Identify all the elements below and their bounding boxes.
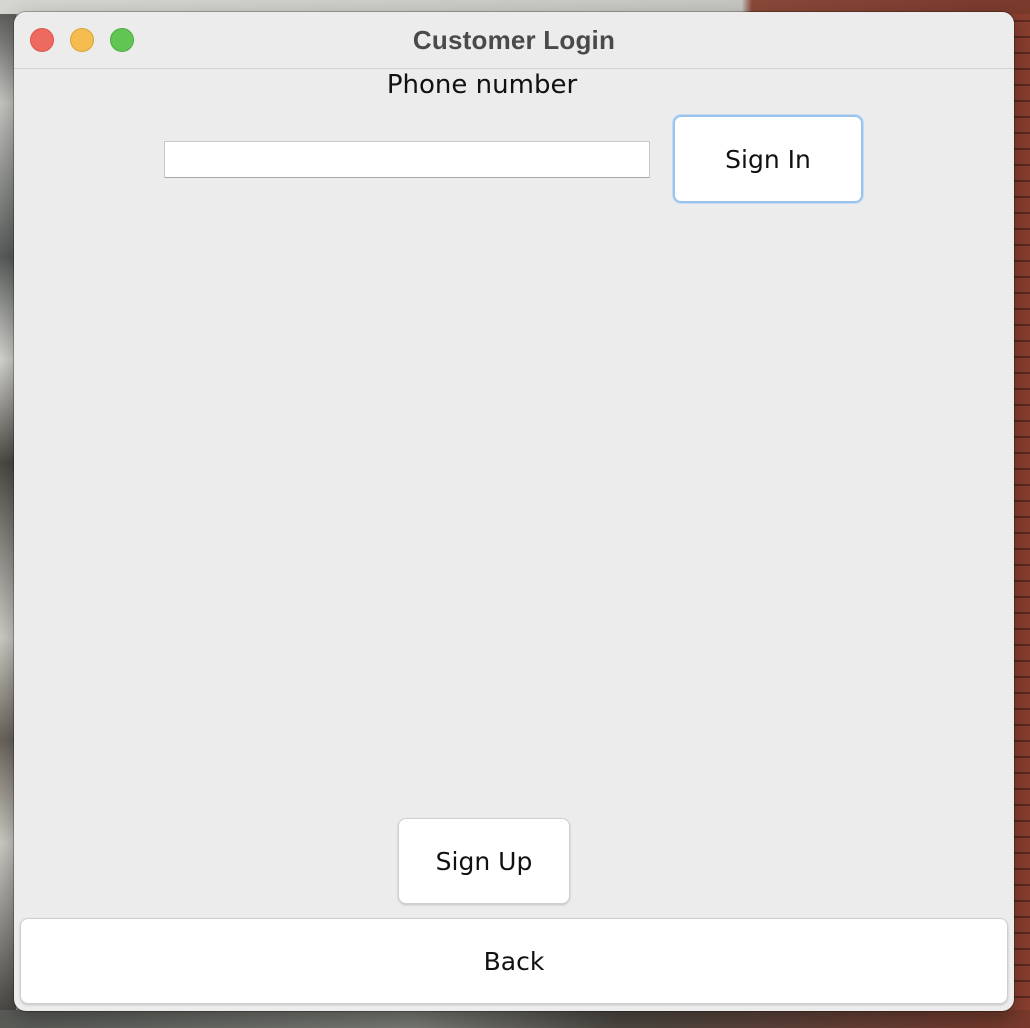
sign-in-button[interactable]: Sign In xyxy=(673,115,863,203)
window-title: Customer Login xyxy=(412,25,616,55)
back-button[interactable]: Back xyxy=(20,918,1008,1004)
customer-login-window: Customer Login Phone number Sign In Sign… xyxy=(14,12,1014,1011)
title-bar: Customer Login xyxy=(14,12,1014,69)
phone-number-input[interactable] xyxy=(164,141,650,178)
phone-number-label: Phone number xyxy=(386,70,578,100)
sign-up-button[interactable]: Sign Up xyxy=(398,818,570,904)
desktop-background-bottom xyxy=(0,1010,1030,1028)
desktop-background-right xyxy=(1012,0,1030,1028)
